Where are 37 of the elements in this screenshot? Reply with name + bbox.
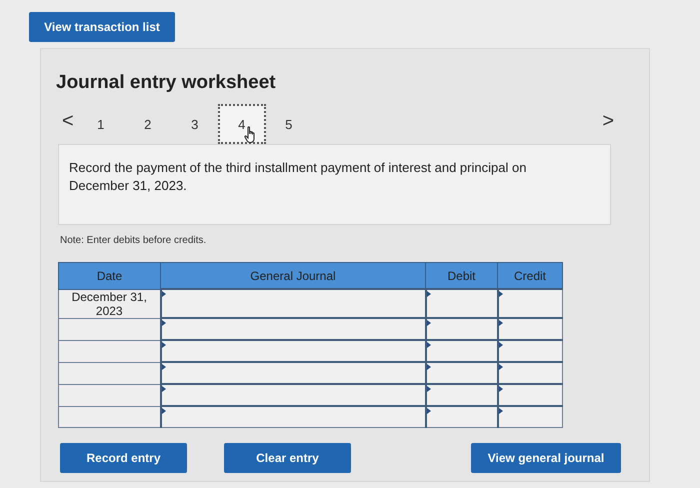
instruction-text: Record the payment of the third installment payment of interest and principal on December 31, 2023. (58, 144, 611, 225)
entry-field[interactable] (426, 384, 498, 406)
entry-field[interactable] (498, 406, 562, 428)
action-button[interactable]: View general journal (471, 443, 621, 473)
view-transaction-list-button[interactable]: View transaction list (29, 12, 175, 42)
step-tab[interactable]: 3 (170, 104, 219, 144)
previous-button[interactable]: < (58, 110, 78, 132)
column-header: Date (58, 262, 160, 289)
step-tab[interactable]: 5 (264, 104, 313, 144)
entry-field[interactable] (426, 362, 498, 384)
column-header: Credit (498, 262, 562, 289)
entry-field[interactable] (498, 340, 562, 362)
entry-field[interactable] (426, 318, 498, 340)
column-header: General Journal (160, 262, 426, 289)
step-tab[interactable]: 1 (76, 104, 125, 144)
action-button[interactable]: Clear entry (224, 443, 351, 473)
entry-field[interactable] (160, 362, 426, 384)
entry-field[interactable] (498, 384, 562, 406)
entry-field[interactable] (498, 318, 562, 340)
entry-field[interactable] (160, 384, 426, 406)
entry-field[interactable] (498, 362, 562, 384)
action-button[interactable]: Record entry (60, 443, 187, 473)
column-header: Debit (426, 262, 498, 289)
note-text: Note: Enter debits before credits. (60, 235, 208, 246)
entry-field[interactable] (426, 340, 498, 362)
entry-field[interactable] (426, 406, 498, 428)
date-cell: December 31, 2023 (58, 289, 160, 318)
step-tab[interactable]: 4 (218, 104, 266, 144)
entry-field[interactable] (160, 289, 426, 318)
entry-field[interactable] (426, 289, 498, 318)
entry-field[interactable] (160, 340, 426, 362)
worksheet-title: Journal entry worksheet (56, 72, 277, 94)
entry-field[interactable] (498, 289, 562, 318)
next-button[interactable]: > (598, 110, 618, 132)
step-tab[interactable]: 2 (124, 104, 172, 144)
entry-field[interactable] (160, 406, 426, 428)
entry-field[interactable] (160, 318, 426, 340)
